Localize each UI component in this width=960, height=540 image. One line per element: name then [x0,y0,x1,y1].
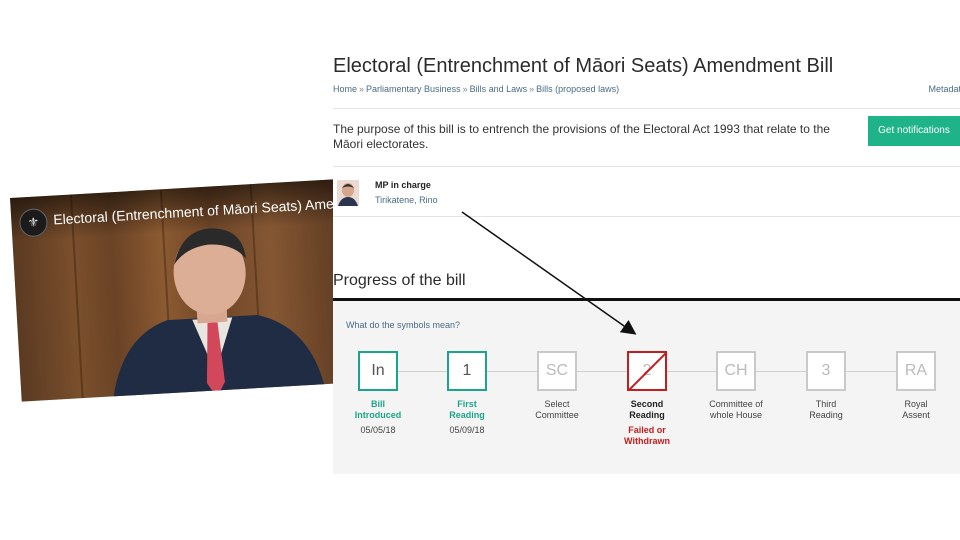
bill-page: Electoral (Entrenchment of Māori Seats) … [333,50,960,474]
breadcrumb-bills-and-laws[interactable]: Bills and Laws [470,84,528,94]
breadcrumb: Home» Parliamentary Business» Bills and La… [333,84,619,94]
stage-label-line-1: Royal [904,399,928,409]
breadcrumb-parliamentary-business[interactable]: Parliamentary Business [366,84,461,94]
video-thumbnail[interactable]: ⚜ Electoral (Entrenchment of Māori Seats… [10,179,352,402]
stage-label: Second Reading [602,399,692,421]
breadcrumb-home[interactable]: Home [333,84,357,94]
symbols-help-link[interactable]: What do the symbols mean? [346,320,460,330]
stage-label-line-2: Reading [449,410,485,420]
stage-icon: 3 [806,351,846,391]
progress-heading: Progress of the bill [333,272,466,289]
breadcrumb-separator: » [529,84,535,94]
progress-panel: What do the symbols mean? In Bill Introdu… [333,298,960,474]
mp-photo [337,180,359,206]
stage-icon: In [358,351,398,391]
stage-select-committee[interactable]: SC Select Committee [512,351,602,421]
speaker-photo [112,228,327,402]
stage-date: 05/05/18 [360,425,396,435]
stage-icon: CH [716,351,756,391]
stage-label-line-1: Second [630,399,664,409]
stage-label-line-2: Reading [629,410,665,420]
page-title: Electoral (Entrenchment of Māori Seats) … [333,55,834,77]
stage-label: Bill Introduced [333,399,423,421]
stage-date: 05/09/18 [449,425,485,435]
stage-abbr: 3 [821,362,831,379]
stage-label: Third Reading [781,399,871,421]
stage-second-reading[interactable]: 2 SecondReading Failed orWithdrawn [602,351,692,447]
mp-in-charge-label: MP in charge [375,180,431,190]
stage-icon: 1 [447,351,487,391]
stage-abbr: SC [545,362,569,379]
mp-avatar[interactable] [337,180,359,206]
stage-third-reading[interactable]: 3 Third Reading [781,351,871,421]
breadcrumb-separator: » [359,84,365,94]
stage-label-line-1: Bill [370,399,385,409]
breadcrumb-bills-proposed-laws[interactable]: Bills (proposed laws) [536,84,619,94]
stage-label-line-2: Assent [902,410,930,420]
stage-abbr: 1 [462,362,472,379]
metadata-link[interactable]: Metadata [928,84,960,94]
stage-icon: RA [896,351,936,391]
stage-status: Failed or Withdrawn [602,425,692,447]
stage-label-line-1: Select [544,399,570,409]
stage-label: First Reading [422,399,512,421]
stage-icon: 2 [627,351,667,391]
failed-slash-icon [629,353,665,389]
stage-label: Committee of whole House [691,399,781,421]
divider [333,166,960,167]
stage-label-line-2: Reading [809,410,843,420]
stage-first-reading[interactable]: 1 First Reading 05/09/18 [422,351,512,435]
stage-label-line-1: Third [815,399,837,409]
stage-committee-whole-house[interactable]: CH Committee of whole House [691,351,781,421]
stage-bill-introduced[interactable]: In Bill Introduced 05/05/18 [333,351,423,435]
stage-abbr: CH [724,362,748,379]
divider [333,216,960,217]
stage-label-line-2: Introduced [354,410,402,420]
stage-abbr: RA [904,362,928,379]
stage-status-line-2: Withdrawn [624,436,670,446]
bill-purpose: The purpose of this bill is to entrench … [333,122,830,151]
breadcrumb-separator: » [462,84,468,94]
stage-royal-assent[interactable]: RA Royal Assent [871,351,960,421]
stage-label-line-1: Committee of [709,399,763,409]
stage-label-line-1: First [457,399,477,409]
stage-abbr: In [371,362,385,379]
get-notifications-button[interactable]: Get notifications [868,116,960,146]
stage-status-line-1: Failed or [628,425,666,435]
mp-name-link[interactable]: Tirikatene, Rino [375,195,438,205]
stage-label-line-2: Committee [535,410,579,420]
stage-icon: SC [537,351,577,391]
stage-label-line-2: whole House [709,410,763,420]
divider [333,108,960,109]
stage-label: Royal Assent [871,399,960,421]
stage-label: Select Committee [512,399,602,421]
